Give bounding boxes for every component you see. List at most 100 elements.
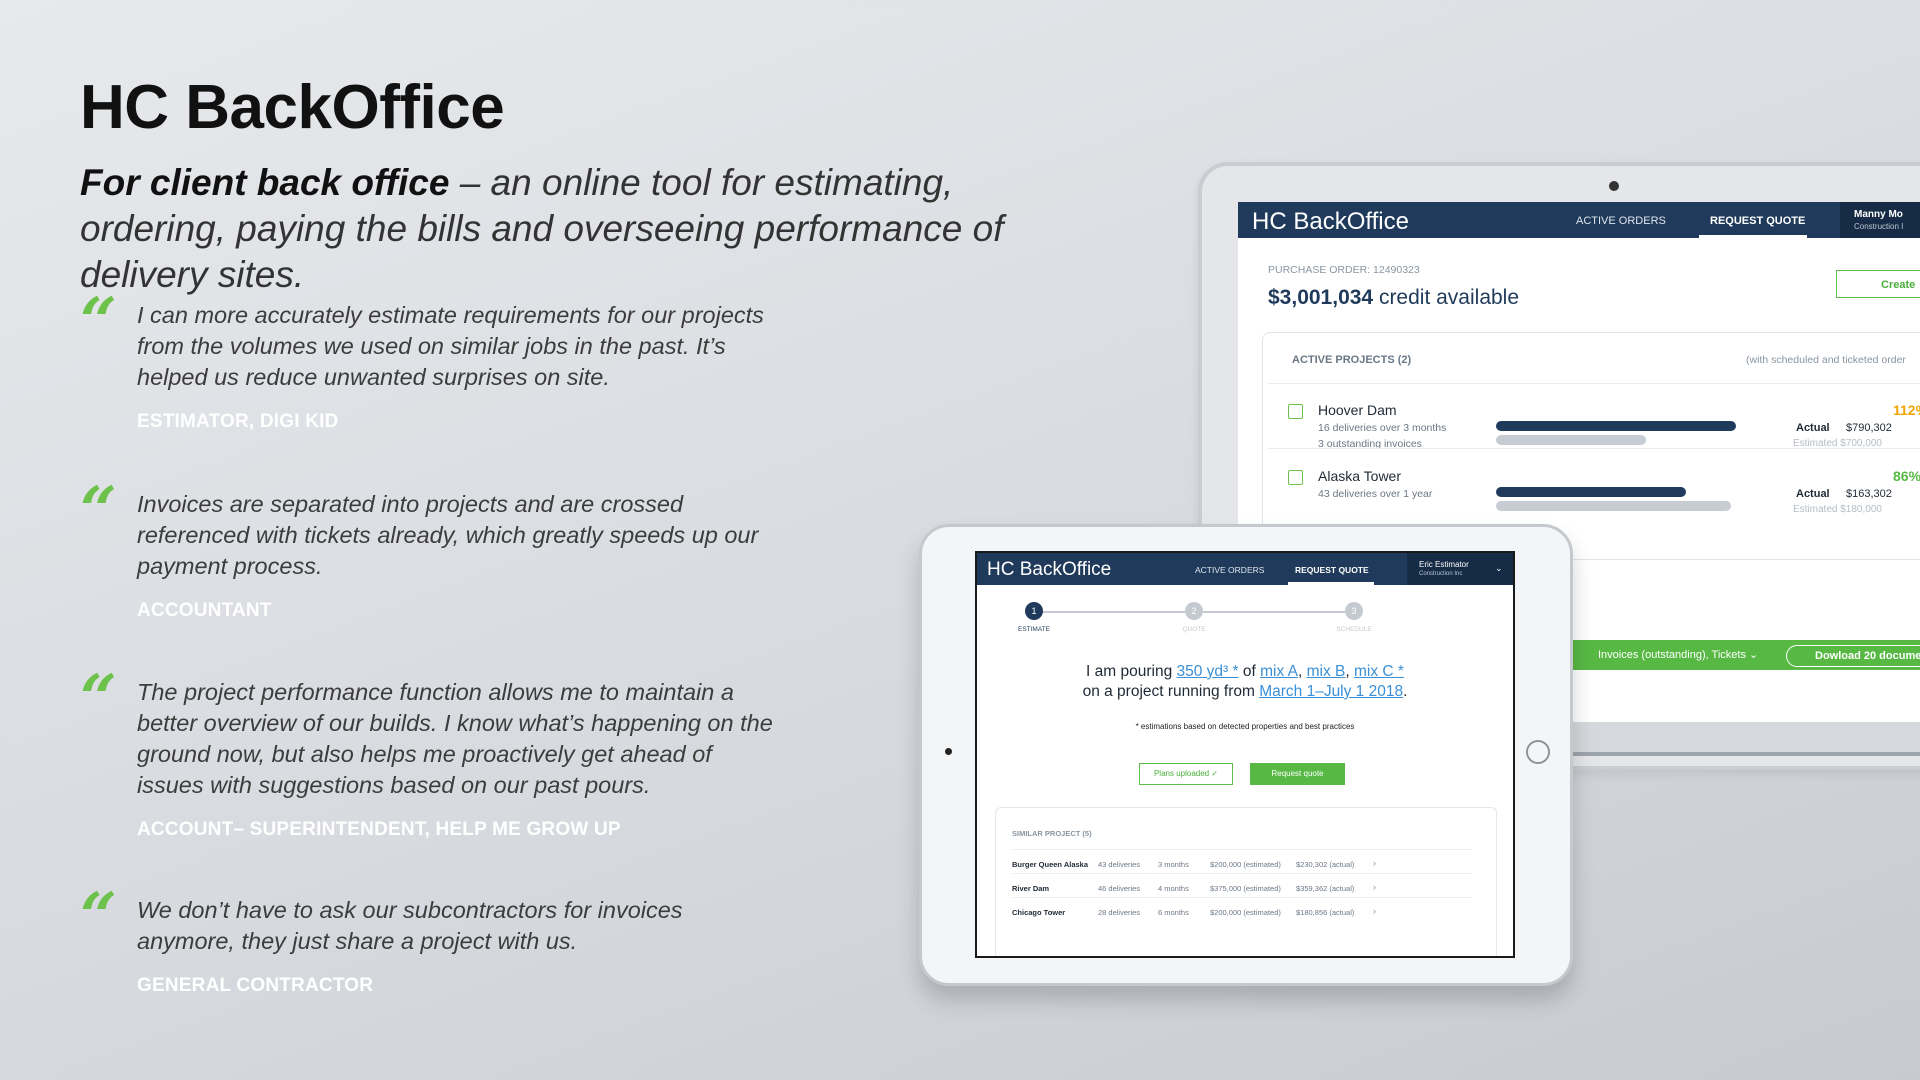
quote-mark-icon: “: [80, 473, 117, 548]
tab-request-quote[interactable]: REQUEST QUOTE: [1710, 215, 1805, 227]
testimonial-author: ACCOUNT– SUPERINTENDENT, HELP ME GROW UP: [137, 819, 621, 840]
app-brand[interactable]: HC BackOffice: [987, 559, 1111, 581]
testimonial-author: ACCOUNTANT: [137, 600, 272, 621]
user-name: Eric Estimator: [1419, 560, 1469, 569]
table-row[interactable]: Chicago Tower 28 deliveries 6 months $20…: [1012, 897, 1472, 922]
mix-a-link[interactable]: mix A: [1260, 663, 1298, 680]
stepper-line: [1043, 611, 1185, 613]
actual-value: $163,302: [1846, 488, 1892, 500]
testimonial: “ We don’t have to ask our subcontractor…: [80, 885, 780, 997]
pour-prefix: I am pouring: [1086, 663, 1177, 680]
app-brand[interactable]: HC BackOffice: [1252, 208, 1409, 236]
testimonial-text: Invoices are separated into projects and…: [137, 491, 759, 579]
tablet-camera-icon: [945, 748, 952, 755]
purchase-order: PURCHASE ORDER: 12490323: [1268, 264, 1420, 276]
testimonial: “ I can more accurately estimate require…: [80, 290, 780, 433]
create-button[interactable]: Create: [1836, 270, 1920, 298]
credit-available: $3,001,034 credit available: [1268, 286, 1519, 310]
tablet-home-button: [1526, 740, 1550, 764]
app-header: HC BackOffice ACTIVE ORDERS REQUEST QUOT…: [977, 553, 1513, 585]
tab-active-orders[interactable]: ACTIVE ORDERS: [1576, 215, 1666, 227]
pour-comma: ,: [1345, 663, 1354, 680]
user-menu[interactable]: Eric Estimator Construction Inc ⌄: [1407, 553, 1513, 585]
similar-estimated: $200,000 (estimated): [1210, 908, 1281, 917]
similar-estimated: $200,000 (estimated): [1210, 860, 1281, 869]
chevron-right-icon[interactable]: ›: [1373, 882, 1376, 892]
divider: [1268, 383, 1920, 384]
project-row[interactable]: Hoover Dam 16 deliveries over 3 months 3…: [1238, 398, 1920, 458]
testimonial-author: GENERAL CONTRACTOR: [137, 975, 374, 996]
estimated-progress-bar: [1496, 501, 1731, 511]
estimated-value: Estimated $180,000: [1793, 504, 1882, 515]
project-deliveries: 43 deliveries over 1 year: [1318, 488, 1433, 500]
testimonial: “ The project performance function allow…: [80, 667, 780, 841]
project-name: Alaska Tower: [1318, 468, 1402, 484]
step-schedule[interactable]: 3: [1345, 602, 1363, 620]
project-checkbox[interactable]: [1288, 404, 1303, 419]
pour-period: .: [1403, 683, 1408, 700]
step-label: SCHEDULE: [1336, 626, 1372, 633]
volume-link[interactable]: 350 yd³ *: [1177, 663, 1239, 680]
pour-sentence: I am pouring 350 yd³ * of mix A, mix B, …: [977, 663, 1513, 681]
similar-deliveries: 43 deliveries: [1098, 860, 1141, 869]
active-projects-note: (with scheduled and ticketed order: [1746, 354, 1906, 366]
project-row[interactable]: Alaska Tower 43 deliveries over 1 year 8…: [1238, 464, 1920, 524]
actual-value: $790,302: [1846, 422, 1892, 434]
step-quote[interactable]: 2: [1185, 602, 1203, 620]
laptop-camera-icon: [1609, 181, 1619, 191]
table-row[interactable]: Burger Queen Alaska 43 deliveries 3 mont…: [1012, 849, 1472, 874]
similar-projects-title: SIMILAR PROJECT (5): [1012, 829, 1092, 838]
testimonial: “ Invoices are separated into projects a…: [80, 479, 780, 622]
user-company: Construction I: [1854, 222, 1904, 231]
project-name: Hoover Dam: [1318, 402, 1397, 418]
mix-c-link[interactable]: mix C *: [1354, 663, 1404, 680]
tablet-screen: HC BackOffice ACTIVE ORDERS REQUEST QUOT…: [975, 551, 1515, 958]
actual-progress-bar: [1496, 487, 1686, 497]
divider: [1268, 448, 1920, 449]
user-company: Construction Inc: [1419, 571, 1463, 577]
credit-amount: $3,001,034: [1268, 286, 1374, 309]
similar-name: Burger Queen Alaska: [1012, 860, 1088, 869]
mix-b-link[interactable]: mix B: [1307, 663, 1346, 680]
quote-mark-icon: “: [80, 661, 117, 736]
tab-request-quote[interactable]: REQUEST QUOTE: [1295, 565, 1369, 575]
quote-mark-icon: “: [80, 879, 117, 954]
credit-label: credit available: [1373, 286, 1520, 309]
plans-uploaded-button[interactable]: Plans uploaded ✓: [1139, 763, 1233, 785]
download-documents-button[interactable]: Dowload 20 documen: [1786, 645, 1920, 667]
subtitle-bold: For client back office: [80, 162, 450, 203]
testimonial-author: ESTIMATOR, DIGI KID: [137, 411, 339, 432]
chevron-down-icon[interactable]: ⌄: [1495, 563, 1503, 574]
quote-mark-icon: “: [80, 284, 117, 359]
user-name: Manny Mo: [1854, 209, 1903, 220]
estimation-note: * estimations based on detected properti…: [1135, 722, 1355, 731]
page-title: HC BackOffice: [80, 73, 505, 142]
similar-name: Chicago Tower: [1012, 908, 1066, 917]
active-tab-indicator: [1288, 582, 1374, 585]
step-estimate[interactable]: 1: [1025, 602, 1043, 620]
chevron-right-icon[interactable]: ›: [1373, 906, 1376, 916]
invoices-dropdown[interactable]: Invoices (outstanding), Tickets ⌄: [1598, 648, 1758, 661]
user-menu[interactable]: Manny Mo Construction I: [1840, 202, 1920, 238]
tab-active-orders[interactable]: ACTIVE ORDERS: [1195, 565, 1264, 575]
actual-progress-bar: [1496, 421, 1736, 431]
stepper-line: [1203, 611, 1345, 613]
similar-name: River Dam: [1012, 884, 1050, 893]
step-label: ESTIMATE: [1017, 626, 1051, 633]
active-tab-indicator: [1699, 235, 1807, 238]
pour-line2-prefix: on a project running from: [1082, 683, 1260, 700]
chevron-right-icon[interactable]: ›: [1373, 858, 1376, 868]
active-projects-title: ACTIVE PROJECTS (2): [1292, 354, 1412, 366]
testimonial-text: The project performance function allows …: [137, 679, 773, 798]
dates-link[interactable]: March 1–July 1 2018: [1259, 683, 1403, 700]
similar-months: 3 months: [1158, 860, 1189, 869]
similar-months: 4 months: [1158, 884, 1189, 893]
app-header: HC BackOffice ACTIVE ORDERS REQUEST QUOT…: [1238, 202, 1920, 238]
project-checkbox[interactable]: [1288, 470, 1303, 485]
similar-months: 6 months: [1158, 908, 1189, 917]
similar-estimated: $375,000 (estimated): [1210, 884, 1281, 893]
table-row[interactable]: River Dam 46 deliveries 4 months $375,00…: [1012, 873, 1472, 898]
request-quote-button[interactable]: Request quote: [1250, 763, 1345, 785]
similar-deliveries: 46 deliveries: [1098, 884, 1141, 893]
project-deliveries: 16 deliveries over 3 months: [1318, 422, 1447, 434]
